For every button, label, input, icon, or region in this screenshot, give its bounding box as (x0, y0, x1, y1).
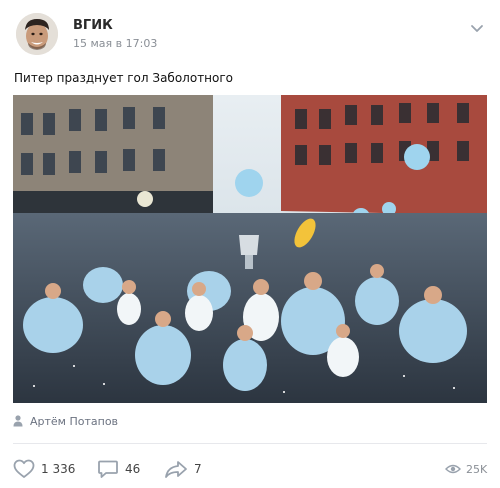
divider (13, 443, 487, 444)
author-avatar[interactable] (16, 13, 58, 55)
post-card: ВГИК 15 мая в 17:03 Питер празднует гол … (0, 0, 500, 488)
more-icon[interactable] (470, 20, 484, 34)
signature-name: Артём Потапов (30, 414, 119, 428)
post-date[interactable]: 15 мая в 17:03 (73, 37, 157, 50)
views-count: 25K (466, 462, 488, 476)
comment-button[interactable]: 46 (97, 458, 140, 480)
likes-count: 1 336 (41, 462, 76, 476)
heart-icon (13, 459, 35, 478)
share-button[interactable]: 7 (164, 458, 202, 480)
share-icon (165, 461, 187, 478)
post-photo[interactable] (13, 95, 487, 403)
views-counter: 25K (445, 459, 487, 479)
shares-count: 7 (194, 462, 202, 476)
author-name[interactable]: ВГИК (73, 18, 113, 33)
post-text: Питер празднует гол Заболотного (14, 71, 234, 85)
post-signature[interactable]: Артём Потапов (13, 413, 118, 429)
person-icon (13, 415, 23, 427)
comments-count: 46 (125, 462, 141, 476)
like-button[interactable]: 1 336 (13, 458, 75, 480)
comment-icon (98, 460, 118, 478)
eye-icon (445, 464, 461, 474)
